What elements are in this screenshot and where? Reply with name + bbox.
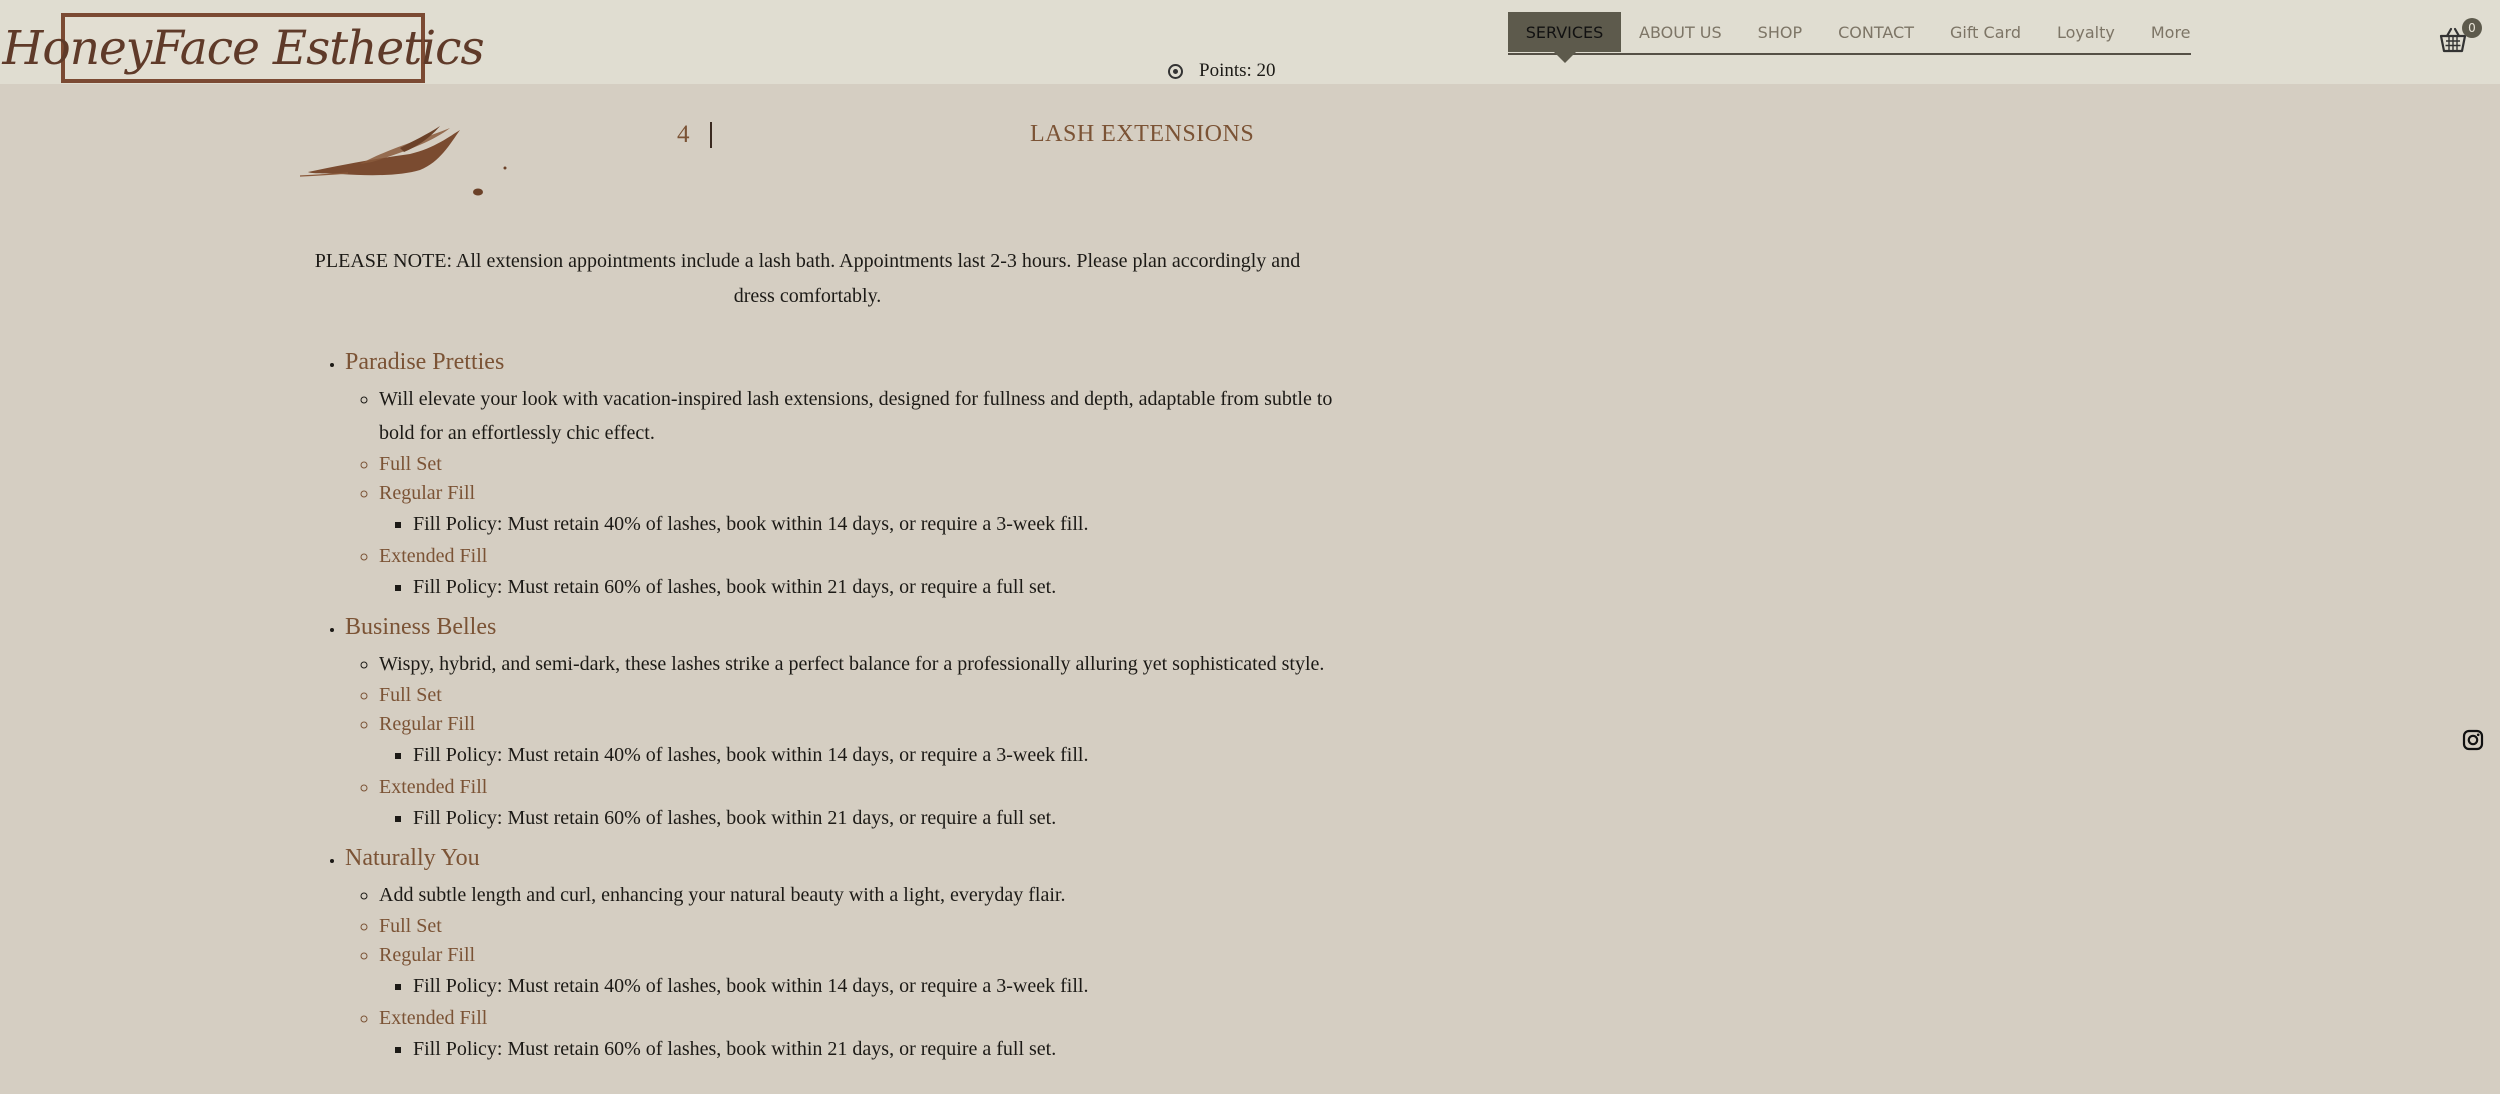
service-item: Business Belles Wispy, hybrid, and semi-…: [345, 605, 1355, 836]
service-name: Paradise Pretties: [345, 349, 505, 375]
nav-item-about-us[interactable]: ABOUT US: [1621, 12, 1740, 52]
fill-policy: Fill Policy: Must retain 60% of lashes, …: [413, 1032, 1355, 1066]
fill-policy: Fill Policy: Must retain 40% of lashes, …: [413, 507, 1355, 541]
service-name: Naturally You: [345, 845, 480, 871]
cart-count-badge: 0: [2462, 18, 2482, 38]
fill-policy: Fill Policy: Must retain 40% of lashes, …: [413, 738, 1355, 772]
service-description: Add subtle length and curl, enhancing yo…: [379, 878, 1355, 912]
service-name: Business Belles: [345, 614, 497, 640]
site-logo[interactable]: HoneyFace Esthetics: [2, 13, 485, 83]
instagram-icon: [2462, 729, 2484, 751]
option-label: Regular Fill: [379, 944, 476, 966]
points-label: Points: 20: [1199, 60, 1276, 81]
option-full-set[interactable]: Full Set: [379, 912, 1355, 941]
fill-policy: Fill Policy: Must retain 60% of lashes, …: [413, 801, 1355, 835]
option-extended-fill[interactable]: Extended Fill Fill Policy: Must retain 6…: [379, 773, 1355, 836]
option-regular-fill[interactable]: Regular Fill Fill Policy: Must retain 40…: [379, 479, 1355, 542]
option-extended-fill[interactable]: Extended Fill Fill Policy: Must retain 6…: [379, 1004, 1355, 1067]
service-details: Wispy, hybrid, and semi-dark, these lash…: [345, 647, 1355, 836]
service-details: Add subtle length and curl, enhancing yo…: [345, 878, 1355, 1067]
option-label: Regular Fill: [379, 713, 476, 735]
site-header: HoneyFace Esthetics Points: 20 SERVICES …: [0, 0, 2500, 84]
option-label: Extended Fill: [379, 1007, 488, 1029]
policy-list: Fill Policy: Must retain 40% of lashes, …: [379, 738, 1355, 772]
nav-item-gift-card[interactable]: Gift Card: [1932, 12, 2039, 52]
page-title: LASH EXTENSIONS: [1030, 121, 1255, 147]
nav-item-more[interactable]: More: [2133, 12, 2209, 52]
nav-item-shop[interactable]: SHOP: [1740, 12, 1820, 52]
instagram-link[interactable]: [2462, 729, 2484, 751]
service-details: Will elevate your look with vacation-ins…: [345, 382, 1355, 605]
policy-list: Fill Policy: Must retain 40% of lashes, …: [379, 969, 1355, 1003]
option-label: Extended Fill: [379, 545, 488, 567]
option-label: Regular Fill: [379, 482, 476, 504]
points-circle-icon: [1168, 63, 1183, 79]
policy-list: Fill Policy: Must retain 60% of lashes, …: [379, 1032, 1355, 1066]
nav-item-loyalty[interactable]: Loyalty: [2039, 12, 2133, 52]
appointment-note: PLEASE NOTE: All extension appointments …: [314, 250, 1301, 307]
loyalty-points[interactable]: Points: 20: [1168, 60, 1276, 82]
option-full-set[interactable]: Full Set: [379, 681, 1355, 710]
option-regular-fill[interactable]: Regular Fill Fill Policy: Must retain 40…: [379, 941, 1355, 1004]
option-label: Extended Fill: [379, 776, 488, 798]
option-regular-fill[interactable]: Regular Fill Fill Policy: Must retain 40…: [379, 710, 1355, 773]
cart-button[interactable]: 0: [2438, 18, 2482, 53]
policy-list: Fill Policy: Must retain 60% of lashes, …: [379, 801, 1355, 835]
brush-stroke-icon: [300, 126, 507, 196]
main-nav: SERVICES ABOUT US SHOP CONTACT Gift Card…: [1508, 11, 2191, 63]
policy-list: Fill Policy: Must retain 40% of lashes, …: [379, 507, 1355, 541]
service-item: Paradise Pretties Will elevate your look…: [345, 340, 1355, 605]
option-extended-fill[interactable]: Extended Fill Fill Policy: Must retain 6…: [379, 542, 1355, 605]
service-list: Paradise Pretties Will elevate your look…: [305, 340, 1355, 1067]
fill-policy: Fill Policy: Must retain 60% of lashes, …: [413, 570, 1355, 604]
service-description: Wispy, hybrid, and semi-dark, these lash…: [379, 647, 1355, 681]
page-number: 4: [677, 121, 690, 148]
logo-text: HoneyFace Esthetics: [2, 20, 484, 76]
service-description: Will elevate your look with vacation-ins…: [379, 382, 1355, 450]
divider: [710, 122, 712, 148]
fill-policy: Fill Policy: Must retain 40% of lashes, …: [413, 969, 1355, 1003]
policy-list: Fill Policy: Must retain 60% of lashes, …: [379, 570, 1355, 604]
nav-item-services[interactable]: SERVICES: [1508, 12, 1621, 63]
nav-item-contact[interactable]: CONTACT: [1820, 12, 1932, 52]
option-full-set[interactable]: Full Set: [379, 450, 1355, 479]
service-item: Naturally You Add subtle length and curl…: [345, 836, 1355, 1067]
